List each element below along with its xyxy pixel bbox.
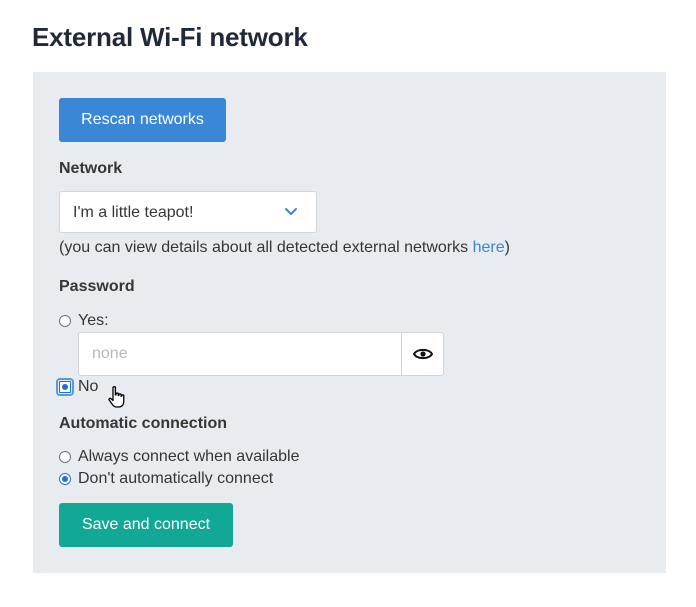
password-no-option[interactable]: No [56,378,99,396]
password-label: Password [59,278,135,295]
password-no-radio[interactable] [56,378,74,396]
password-yes-option[interactable]: Yes: [59,312,109,330]
network-select-value: I'm a little teapot! [73,204,194,221]
dont-connect-label: Don't automatically connect [78,470,274,487]
automatic-connection-label: Automatic connection [59,415,228,432]
password-yes-radio[interactable] [59,315,71,327]
always-connect-option[interactable]: Always connect when available [59,448,299,466]
dont-connect-radio[interactable] [59,473,71,485]
page-title: External Wi-Fi network [32,22,308,52]
password-no-label: No [78,378,99,395]
password-yes-label: Yes: [78,312,109,329]
eye-icon [412,348,433,360]
network-label: Network [59,160,123,177]
hand-cursor-icon [108,386,125,408]
dont-connect-option[interactable]: Don't automatically connect [59,470,273,488]
note-suffix: ) [504,239,510,256]
network-details-note: (you can view details about all detected… [59,239,510,257]
network-select[interactable]: I'm a little teapot! [59,191,317,233]
networks-details-link[interactable]: here [473,239,505,256]
always-connect-label: Always connect when available [78,448,300,465]
password-input[interactable] [79,333,401,375]
toggle-password-visibility-button[interactable] [402,333,443,375]
chevron-down-icon [285,208,297,215]
always-connect-radio[interactable] [59,451,71,463]
save-and-connect-button[interactable]: Save and connect [59,503,233,547]
rescan-networks-button[interactable]: Rescan networks [59,98,226,142]
note-prefix: (you can view details about all detected… [59,239,473,256]
wifi-form-panel: Rescan networks Network I'm a little tea… [33,72,666,573]
password-field-group [78,332,444,376]
